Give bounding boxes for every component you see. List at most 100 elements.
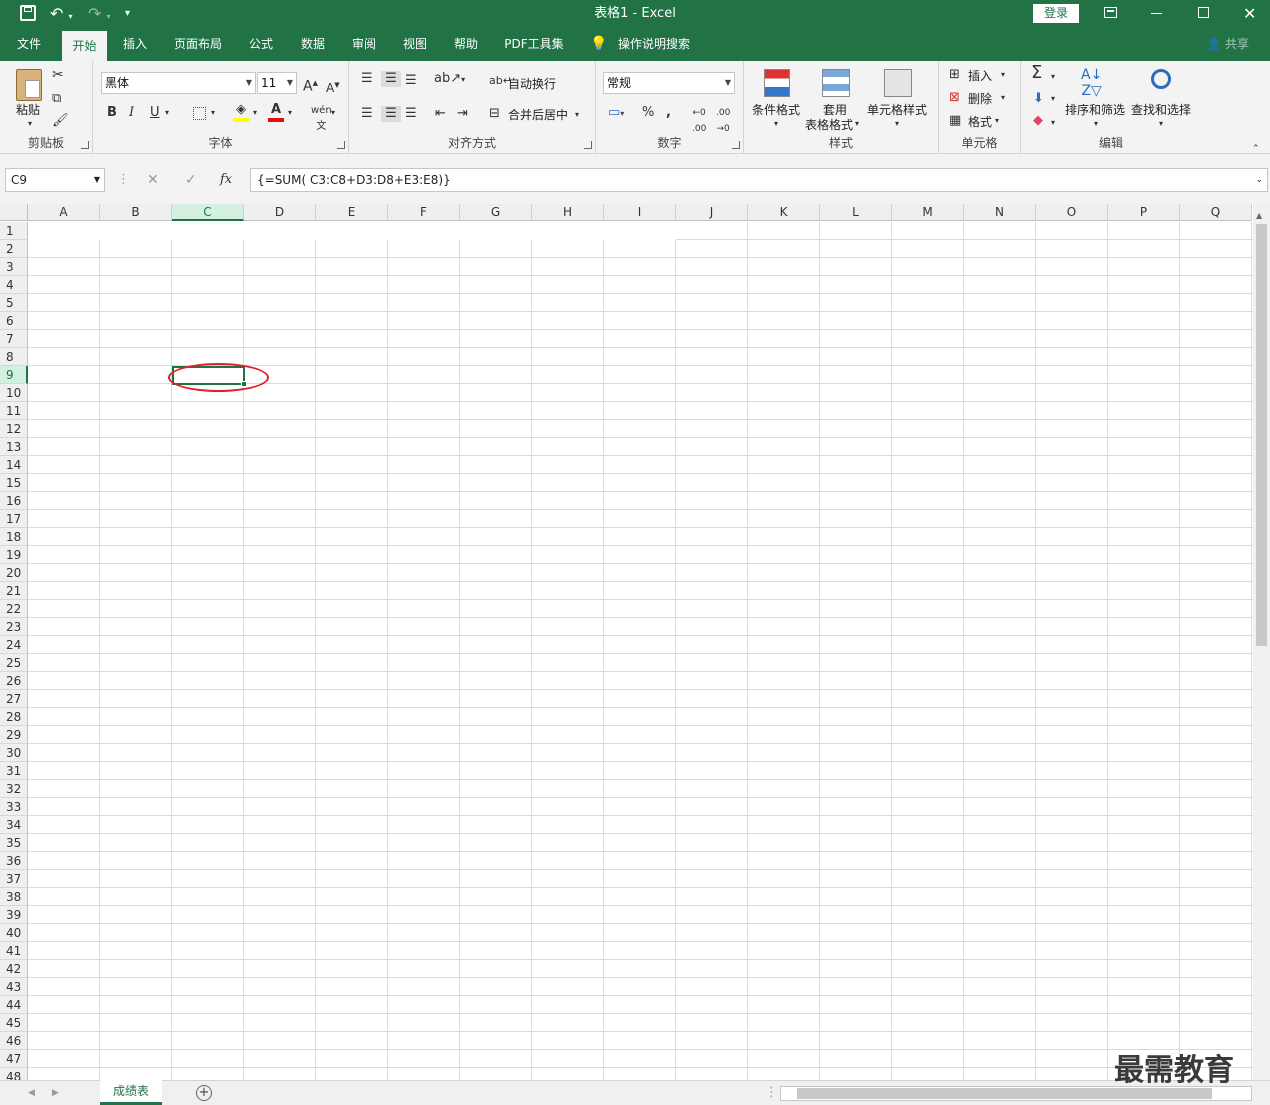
row-header[interactable]: 20 xyxy=(0,564,28,582)
row-header[interactable]: 11 xyxy=(0,402,28,420)
column-header-o[interactable]: O xyxy=(1036,204,1108,221)
data-cell-e[interactable] xyxy=(316,276,388,294)
row-header[interactable]: 7 xyxy=(0,330,28,348)
data-cell-b[interactable] xyxy=(100,312,172,330)
header-cell-d[interactable] xyxy=(244,240,316,258)
fill-icon[interactable]: ⬇ xyxy=(1033,91,1044,107)
row-header[interactable]: 21 xyxy=(0,582,28,600)
tab-pdf-tools[interactable]: PDF工具集 xyxy=(498,28,570,61)
delete-cells-dropdown-icon[interactable]: ▾ xyxy=(1001,90,1005,106)
font-color-dropdown-icon[interactable]: ▾ xyxy=(288,105,292,121)
conditional-format-dropdown-icon[interactable]: ▾ xyxy=(774,116,778,132)
row-header[interactable]: 36 xyxy=(0,852,28,870)
sheet-tab-grades[interactable]: 成绩表 xyxy=(100,1080,162,1105)
data-cell-g[interactable] xyxy=(460,294,532,312)
number-launcher-icon[interactable] xyxy=(732,141,740,149)
column-header-e[interactable]: E xyxy=(316,204,388,221)
merge-center-button[interactable]: 合并后居中 xyxy=(508,106,568,123)
format-painter-icon[interactable]: 🖌 xyxy=(52,113,69,129)
format-cells-icon[interactable]: ▦ xyxy=(949,113,961,129)
align-center-icon[interactable]: ☰ xyxy=(381,106,401,122)
row-header[interactable]: 3 xyxy=(0,258,28,276)
customize-qat-icon[interactable]: ▾ xyxy=(125,0,130,28)
maximize-icon[interactable] xyxy=(1198,7,1209,18)
tab-file[interactable]: 文件 xyxy=(8,28,50,61)
data-cell-b[interactable] xyxy=(100,348,172,366)
row-header[interactable]: 9 xyxy=(0,366,28,384)
row-header[interactable]: 37 xyxy=(0,870,28,888)
tab-review[interactable]: 审阅 xyxy=(343,28,385,61)
data-cell-d[interactable] xyxy=(244,276,316,294)
align-bottom-icon[interactable]: ☰ xyxy=(405,73,417,89)
data-cell-g[interactable] xyxy=(460,276,532,294)
data-cell-h[interactable] xyxy=(532,348,604,366)
redo-icon[interactable]: ↷ ▾ xyxy=(88,0,111,31)
row-header[interactable]: 39 xyxy=(0,906,28,924)
insert-cells-icon[interactable]: ⊞ xyxy=(949,67,960,83)
fill-color-dropdown-icon[interactable]: ▾ xyxy=(253,105,257,121)
data-cell-e[interactable] xyxy=(316,294,388,312)
decrease-decimal-icon[interactable]: .00 →0 xyxy=(716,105,730,137)
data-cell-g[interactable] xyxy=(460,258,532,276)
tab-home[interactable]: 开始 xyxy=(62,31,107,61)
data-cell-b[interactable] xyxy=(100,258,172,276)
find-select-icon[interactable] xyxy=(1151,69,1171,89)
share-button[interactable]: 共享 xyxy=(1222,28,1252,61)
column-header-l[interactable]: L xyxy=(820,204,892,221)
column-header-k[interactable]: K xyxy=(748,204,820,221)
comma-icon[interactable]: , xyxy=(666,105,671,121)
column-header-c[interactable]: C xyxy=(172,204,244,221)
data-cell-a[interactable] xyxy=(28,258,100,276)
tell-me-search[interactable]: 操作说明搜索 xyxy=(612,28,696,61)
next-sheet-icon[interactable]: ▶ xyxy=(52,1085,59,1101)
row-header[interactable]: 29 xyxy=(0,726,28,744)
clear-icon[interactable]: ◆ xyxy=(1033,113,1043,129)
number-format-select[interactable]: 常规 ▼ xyxy=(603,72,735,94)
data-cell-g[interactable] xyxy=(460,348,532,366)
row-header[interactable]: 41 xyxy=(0,942,28,960)
name-box[interactable]: C9 ▼ xyxy=(5,168,105,192)
column-header-d[interactable]: D xyxy=(244,204,316,221)
bold-icon[interactable]: B xyxy=(107,105,117,121)
row-header[interactable]: 14 xyxy=(0,456,28,474)
data-cell-f[interactable] xyxy=(388,312,460,330)
row-header[interactable]: 48 xyxy=(0,1068,28,1080)
row-header[interactable]: 38 xyxy=(0,888,28,906)
data-cell-c[interactable] xyxy=(172,258,244,276)
align-top-icon[interactable]: ☰ xyxy=(361,71,373,87)
borders-icon[interactable] xyxy=(193,107,206,120)
vertical-scroll-thumb[interactable] xyxy=(1256,224,1267,646)
prev-sheet-icon[interactable]: ◀ xyxy=(28,1085,35,1101)
wrap-text-button[interactable]: 自动换行 xyxy=(508,75,556,92)
tab-data[interactable]: 数据 xyxy=(292,28,334,61)
font-size-select[interactable]: 11 ▼ xyxy=(257,72,297,94)
row-header[interactable]: 28 xyxy=(0,708,28,726)
underline-icon[interactable]: U xyxy=(150,105,160,121)
confirm-entry-icon[interactable]: ✓ xyxy=(185,172,197,188)
paste-dropdown-icon[interactable]: ▾ xyxy=(28,116,32,132)
data-cell-i[interactable] xyxy=(604,348,676,366)
add-sheet-icon[interactable]: + xyxy=(196,1085,212,1101)
sort-filter-dropdown-icon[interactable]: ▾ xyxy=(1094,116,1098,132)
delete-cells-button[interactable]: 删除 xyxy=(968,90,992,107)
autosum-icon[interactable]: Σ xyxy=(1031,64,1042,82)
row-header[interactable]: 30 xyxy=(0,744,28,762)
tab-page-layout[interactable]: 页面布局 xyxy=(167,28,229,61)
row-header[interactable]: 31 xyxy=(0,762,28,780)
cell-styles-dropdown-icon[interactable]: ▾ xyxy=(895,116,899,132)
row-header[interactable]: 8 xyxy=(0,348,28,366)
data-cell-i[interactable] xyxy=(604,294,676,312)
data-cell-d[interactable] xyxy=(244,258,316,276)
row-header[interactable]: 45 xyxy=(0,1014,28,1032)
tab-insert[interactable]: 插入 xyxy=(114,28,156,61)
format-cells-button[interactable]: 格式 xyxy=(968,113,992,130)
row-header[interactable]: 4 xyxy=(0,276,28,294)
header-cell-f[interactable] xyxy=(388,240,460,258)
row-header[interactable]: 22 xyxy=(0,600,28,618)
font-color-icon[interactable]: A xyxy=(268,102,284,122)
decrease-font-icon[interactable]: A▼ xyxy=(326,77,340,96)
fill-dropdown-icon[interactable]: ▾ xyxy=(1051,91,1055,107)
data-cell-i[interactable] xyxy=(604,258,676,276)
data-cell-h[interactable] xyxy=(532,294,604,312)
align-left-icon[interactable]: ☰ xyxy=(361,106,373,122)
